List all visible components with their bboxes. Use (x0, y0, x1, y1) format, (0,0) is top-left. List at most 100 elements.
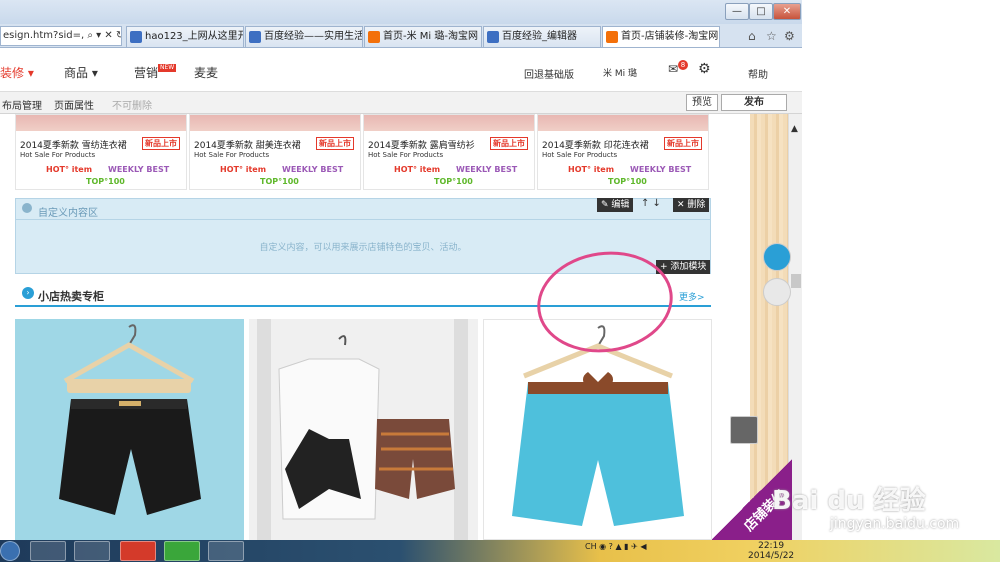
tab-jingyan-editor[interactable]: 百度经验_编辑器 (483, 26, 601, 47)
new-arrival-tag: 新品上市 (490, 137, 528, 150)
browser-window: — □ ✕ esign.htm?sid=, ⌕ ▾ ✕ ↻ hao123_上网从… (0, 0, 802, 540)
move-arrows-icon[interactable]: ↑ ↓ (641, 198, 661, 209)
product-card[interactable]: 2014夏季新款 露肩雪纺衫 Hot Sale For Products 新品上… (363, 114, 535, 190)
weekly-best-label: WEEKLY BEST (630, 165, 692, 174)
settings-icon[interactable]: ⚙ (784, 29, 795, 43)
mail-count-badge: 8 (678, 60, 688, 70)
blue-shorts-image (512, 325, 684, 526)
feather-task-icon[interactable] (74, 541, 110, 561)
favicon-icon (368, 31, 380, 43)
system-tray: CH ◉ ? ▲ ▮ ✈ ◀ (585, 542, 647, 551)
back-to-top-icon[interactable] (763, 278, 791, 306)
edit-button[interactable]: ✎ 编辑 (597, 198, 634, 212)
product-card[interactable]: 2014夏季新款 甜美连衣裙 Hot Sale For Products 新品上… (189, 114, 361, 190)
site-nav: 装修 ▾ 商品 ▾ 营销 NEW 麦麦 回退基础版 米 Mi 璐 ✉ ⚙ 帮助 (0, 48, 802, 92)
shop-name[interactable]: 米 Mi 璐 (603, 66, 637, 79)
feedback-icon[interactable] (730, 416, 758, 444)
product-image-print-set[interactable] (249, 319, 478, 540)
add-module-button[interactable]: + 添加模块 (656, 260, 711, 274)
preview-button[interactable]: 预览 (686, 94, 718, 111)
chat-bubble-icon[interactable] (763, 243, 791, 271)
product-sub: Hot Sale For Products (20, 151, 96, 159)
page-properties-button[interactable]: 页面属性 (54, 97, 94, 112)
address-text: esign.htm?sid=, (3, 30, 85, 41)
game-task-icon[interactable] (120, 541, 156, 561)
baidu-watermark: Bai du 经验 (772, 486, 926, 516)
new-arrival-tag: 新品上市 (316, 137, 354, 150)
tab-hao123[interactable]: hao123_上网从这里开始 (126, 26, 244, 47)
title-bar: — □ ✕ (0, 0, 802, 24)
product-image (16, 115, 186, 131)
publish-button[interactable]: 发布 (721, 94, 787, 111)
address-bar[interactable]: esign.htm?sid=, ⌕ ▾ ✕ ↻ (0, 26, 122, 46)
tab-label: 百度经验——实用生活... (264, 31, 363, 42)
clock-time: 22:19 (758, 541, 785, 551)
product-image (364, 115, 534, 131)
product-sub: Hot Sale For Products (368, 151, 444, 159)
favorites-icon[interactable]: ☆ (766, 29, 777, 43)
product-sub: Hot Sale For Products (194, 151, 270, 159)
top100-label: TOP°100 (86, 177, 125, 186)
layout-manage-button[interactable]: 布局管理 (2, 97, 42, 112)
tab-baidu-jingyan[interactable]: 百度经验——实用生活... (245, 26, 363, 47)
windows-taskbar (0, 540, 1000, 562)
tab-bar: esign.htm?sid=, ⌕ ▾ ✕ ↻ hao123_上网从这里开始 百… (0, 24, 802, 48)
new-arrival-tag: 新品上市 (142, 137, 180, 150)
nav-goods[interactable]: 商品 ▾ (64, 64, 98, 81)
scroll-thumb[interactable] (791, 274, 801, 288)
hot-item-label: HOT° item (568, 165, 615, 174)
clock[interactable]: 22:19 2014/5/22 (748, 541, 794, 561)
close-button[interactable]: ✕ (773, 3, 801, 20)
product-name: 2014夏季新款 露肩雪纺衫 (368, 141, 475, 151)
ie-task-icon[interactable] (30, 541, 66, 561)
nav-maimai[interactable]: 麦麦 (194, 64, 218, 81)
top100-label: TOP°100 (608, 177, 647, 186)
nav-marketing[interactable]: 营销 NEW (134, 64, 177, 81)
home-icon[interactable]: ⌂ (748, 29, 756, 43)
back-basic-link[interactable]: 回退基础版 (524, 66, 574, 81)
baidu-watermark-url: jingyan.baidu.com (830, 516, 960, 532)
gear-icon[interactable]: ⚙ (698, 61, 711, 77)
product-card[interactable]: 2014夏季新款 雪纺连衣裙 Hot Sale For Products 新品上… (15, 114, 187, 190)
hot-item-label: HOT° item (46, 165, 93, 174)
hot-item-label: HOT° item (220, 165, 267, 174)
tab-taobao-home[interactable]: 首页-米 Mi 璐-淘宝网 (364, 26, 482, 47)
print-set-image (249, 319, 478, 540)
help-link[interactable]: 帮助 (748, 66, 768, 81)
module-icon (22, 203, 32, 213)
new-badge: NEW (158, 64, 177, 72)
weekly-best-label: WEEKLY BEST (108, 165, 170, 174)
browser-task-icon[interactable] (164, 541, 200, 561)
start-button[interactable] (0, 541, 20, 561)
product-card[interactable]: 2014夏季新款 印花连衣裙 Hot Sale For Products 新品上… (537, 114, 709, 190)
product-image (538, 115, 708, 131)
tab-label: 首页-店铺装修-淘宝网 (621, 31, 719, 42)
black-shorts-image (59, 324, 201, 515)
mail-icon[interactable]: ✉ (668, 62, 678, 76)
product-name: 2014夏季新款 甜美连衣裙 (194, 141, 301, 151)
nav-decorate[interactable]: 装修 ▾ (0, 64, 34, 81)
favicon-icon (249, 31, 261, 43)
minimize-button[interactable]: — (725, 3, 749, 20)
hot-item-label: HOT° item (394, 165, 441, 174)
top100-label: TOP°100 (260, 177, 299, 186)
product-name: 2014夏季新款 印花连衣裙 (542, 141, 649, 151)
window-task-icon[interactable] (208, 541, 244, 561)
more-link[interactable]: 更多> (679, 290, 705, 303)
section-arrow-icon: › (22, 287, 34, 299)
scroll-up-icon[interactable]: ▲ (791, 124, 798, 134)
product-name: 2014夏季新款 雪纺连衣裙 (20, 141, 127, 151)
clock-date: 2014/5/22 (748, 551, 795, 561)
tab-shop-decorate[interactable]: 首页-店铺装修-淘宝网 (602, 26, 720, 47)
custom-module-title: 自定义内容区 (38, 208, 98, 219)
product-sub: Hot Sale For Products (542, 151, 618, 159)
product-image-black-shorts[interactable] (15, 319, 244, 540)
tab-label: 首页-米 Mi 璐-淘宝网 (383, 31, 478, 42)
delete-button[interactable]: ✕ 删除 (673, 198, 710, 212)
new-arrival-tag: 新品上市 (664, 137, 702, 150)
search-icon[interactable]: ⌕ ▾ ✕ ↻ (87, 30, 121, 41)
weekly-best-label: WEEKLY BEST (282, 165, 344, 174)
top100-label: TOP°100 (434, 177, 473, 186)
maximize-button[interactable]: □ (749, 3, 773, 20)
lang-indicator[interactable]: CH (585, 542, 597, 551)
